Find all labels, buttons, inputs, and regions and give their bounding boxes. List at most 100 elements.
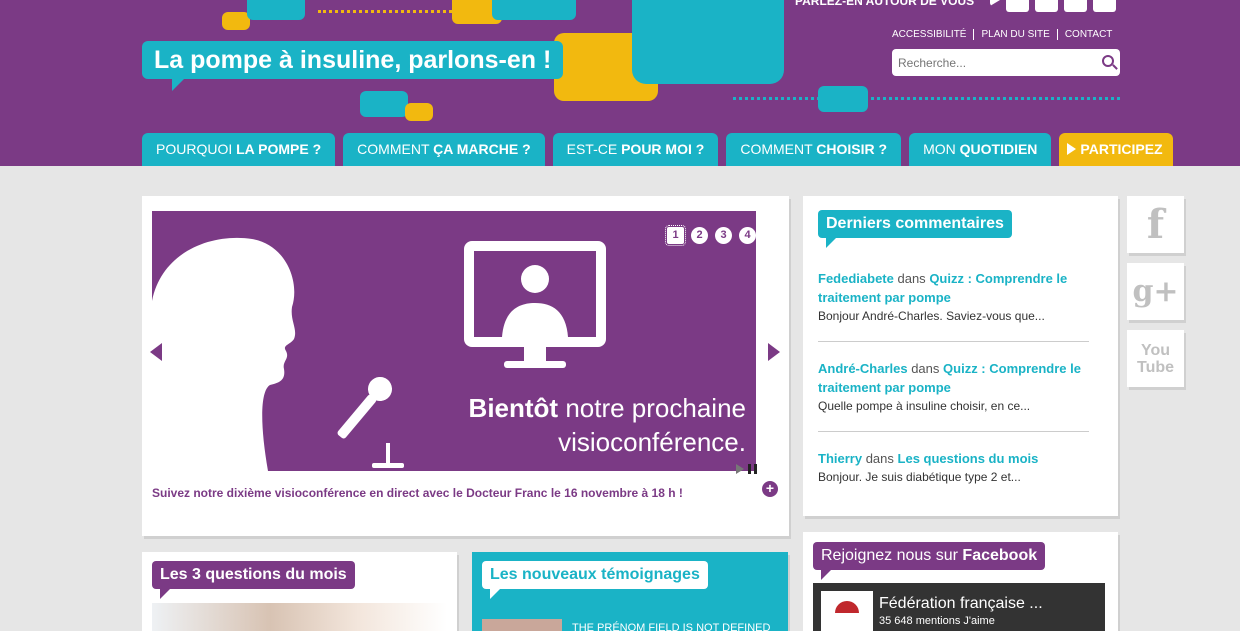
slide-caption: Bientôt notre prochaine visioconférence. xyxy=(469,391,746,459)
slide-description[interactable]: Suivez notre dixième visioconférence en … xyxy=(152,486,683,500)
comment-dans: dans xyxy=(897,271,926,286)
tab-choisir[interactable]: COMMENT CHOISIR ? xyxy=(726,133,902,166)
youtube-icon[interactable]: You Tube xyxy=(1127,330,1184,387)
decor-bubble xyxy=(247,0,305,20)
facebook-glyph: f xyxy=(1146,201,1165,248)
comment-item: Thierry dans Les questions du mois Bonjo… xyxy=(818,449,1089,487)
head-silhouette xyxy=(152,237,296,471)
pager-dot[interactable]: 1 xyxy=(665,225,686,246)
comment-dans: dans xyxy=(865,451,894,466)
pause-icon[interactable] xyxy=(748,464,751,474)
social-top-links xyxy=(990,0,1116,12)
tab-label: PARTICIPEZ xyxy=(1080,141,1163,157)
social-side: f g+ You Tube xyxy=(1127,196,1184,387)
fede-logo xyxy=(821,591,873,631)
comment-post-link[interactable]: Les questions du mois xyxy=(898,451,1039,466)
decor-bubble xyxy=(360,91,408,117)
slider-pager: 1 2 3 4 xyxy=(665,225,756,246)
microphone-icon xyxy=(337,377,392,439)
comments-panel: Derniers commentaires Fedediabete dans Q… xyxy=(803,196,1118,516)
talk-label: PARLEZ-EN AUTOUR DE VOUS xyxy=(795,0,975,8)
pause-icon[interactable] xyxy=(754,464,757,474)
search-box xyxy=(892,49,1120,76)
site-header: La pompe à insuline, parlons-en ! PARLEZ… xyxy=(0,0,1240,166)
tab-pourquoi[interactable]: POURQUOI LA POMPE ? xyxy=(142,133,336,166)
questions-image[interactable] xyxy=(152,603,447,631)
comment-author[interactable]: Thierry xyxy=(818,451,862,466)
site-title[interactable]: La pompe à insuline, parlons-en ! xyxy=(142,41,564,91)
facebook-page-widget[interactable]: Fédération française ... 35 648 mentions… xyxy=(813,583,1105,631)
comment-excerpt: Bonjour. Je suis diabétique type 2 et... xyxy=(818,470,1021,484)
caption-rest: notre prochaine xyxy=(558,393,746,423)
search-icon[interactable] xyxy=(1102,55,1114,67)
sitemap-link[interactable]: PLAN DU SITE xyxy=(973,29,1056,40)
comment-author[interactable]: Fedediabete xyxy=(818,271,894,286)
google-plus-icon[interactable]: g+ xyxy=(1127,263,1184,320)
comment-excerpt: Bonjour André-Charles. Saviez-vous que..… xyxy=(818,309,1045,323)
tab-quotidien[interactable]: MON QUOTIDIEN xyxy=(909,133,1052,166)
tab-label-bold: QUOTIDIEN xyxy=(959,141,1038,157)
tab-pour-moi[interactable]: EST-CE POUR MOI ? xyxy=(552,133,719,166)
tab-label-bold: ÇA MARCHE ? xyxy=(433,141,531,157)
facebook-title: Rejoignez nous sur Facebook xyxy=(813,542,1046,580)
tab-label-pre: POURQUOI xyxy=(156,141,237,157)
divider xyxy=(818,431,1089,432)
facebook-page-name[interactable]: Fédération française ... xyxy=(879,595,1043,613)
divider xyxy=(818,341,1089,342)
decor-dotline xyxy=(733,97,1120,100)
caption-line-2: visioconférence. xyxy=(558,427,746,457)
youtube-glyph: You Tube xyxy=(1136,341,1175,376)
comment-excerpt: Quelle pompe à insuline choisir, en ce..… xyxy=(818,399,1031,413)
comment-item: Fedediabete dans Quizz : Comprendre le t… xyxy=(818,269,1089,326)
pager-dot[interactable]: 2 xyxy=(691,227,708,244)
temoignages-title: Les nouveaux témoignages xyxy=(482,561,708,599)
search-input[interactable] xyxy=(892,49,1092,76)
tab-comment-marche[interactable]: COMMENT ÇA MARCHE ? xyxy=(343,133,545,166)
slide-image[interactable]: 1 2 3 4 Bientôt notre prochaine visiocon… xyxy=(152,211,756,471)
temoignages-panel: Les nouveaux témoignages THE PRÉNOM FIEL… xyxy=(472,552,788,631)
decor-bubble xyxy=(818,86,868,112)
slider-next-icon[interactable] xyxy=(768,343,780,361)
comment-item: André-Charles dans Quizz : Comprendre le… xyxy=(818,359,1089,416)
slider-play-pause[interactable] xyxy=(736,464,757,474)
temoignage-thumbnail[interactable] xyxy=(482,619,562,631)
mail-icon[interactable] xyxy=(1064,0,1087,12)
tab-label-bold: POUR MOI ? xyxy=(621,141,705,157)
tab-participez[interactable]: PARTICIPEZ xyxy=(1059,133,1173,166)
tab-label-bold: CHOISIR ? xyxy=(816,141,888,157)
facebook-title-pre: Rejoignez nous sur xyxy=(821,547,963,564)
decor-bubble xyxy=(405,103,433,121)
play-icon xyxy=(990,0,1000,6)
facebook-likes: 35 648 mentions J'aime xyxy=(879,615,995,627)
facebook-title-bold: Facebook xyxy=(962,547,1038,564)
google-plus-glyph: g+ xyxy=(1132,274,1179,309)
decor-bubble xyxy=(492,0,576,20)
comment-author[interactable]: André-Charles xyxy=(818,361,908,376)
decor-bubble xyxy=(222,12,250,30)
caption-bold: Bientôt xyxy=(468,393,559,423)
facebook-icon[interactable] xyxy=(1006,0,1029,12)
questions-panel: Les 3 questions du mois xyxy=(142,552,457,631)
questions-title: Les 3 questions du mois xyxy=(152,561,355,599)
tab-label-pre: COMMENT xyxy=(357,141,434,157)
twitter-icon[interactable] xyxy=(1035,0,1058,12)
pager-dot[interactable]: 3 xyxy=(715,227,732,244)
decor-dotline xyxy=(318,10,458,13)
more-icon[interactable]: + xyxy=(762,481,778,497)
facebook-panel: Rejoignez nous sur Facebook Fédération f… xyxy=(803,532,1118,631)
slider-prev-icon[interactable] xyxy=(150,343,162,361)
comment-dans: dans xyxy=(911,361,940,376)
tab-label-pre: MON xyxy=(923,141,960,157)
main-nav: POURQUOI LA POMPE ? COMMENT ÇA MARCHE ? … xyxy=(142,133,1173,166)
play-icon[interactable] xyxy=(736,464,744,474)
tab-label-bold: LA POMPE ? xyxy=(236,141,322,157)
slider-panel: 1 2 3 4 Bientôt notre prochaine visiocon… xyxy=(142,196,789,536)
rss-icon[interactable] xyxy=(1093,0,1116,12)
temoignage-text[interactable]: THE PRÉNOM FIELD IS NOT DEFINED xyxy=(572,622,770,631)
facebook-icon[interactable]: f xyxy=(1127,196,1184,253)
tab-label-pre: COMMENT xyxy=(740,141,817,157)
pager-dot[interactable]: 4 xyxy=(739,227,756,244)
accessibility-link[interactable]: ACCESSIBILITÉ xyxy=(892,29,973,40)
contact-link[interactable]: CONTACT xyxy=(1056,29,1120,40)
top-links: ACCESSIBILITÉ PLAN DU SITE CONTACT xyxy=(892,29,1119,40)
